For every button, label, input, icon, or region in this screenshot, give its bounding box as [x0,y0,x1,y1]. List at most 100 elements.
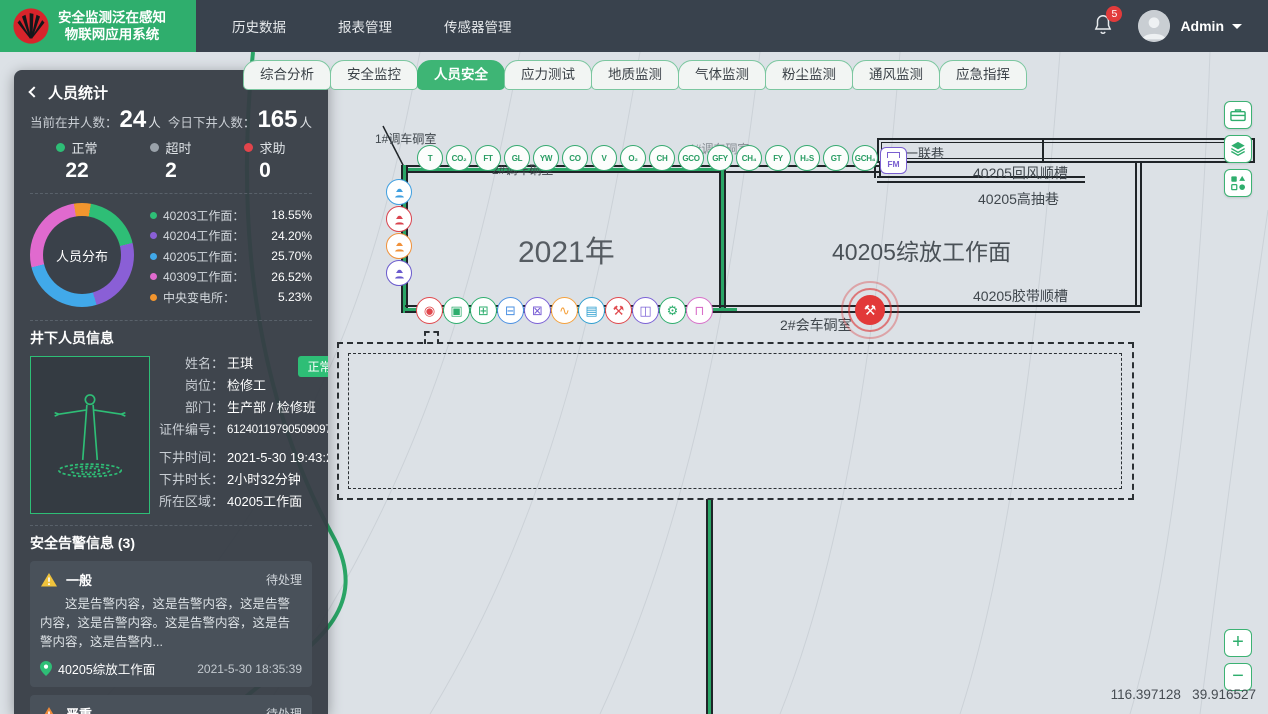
legend-label: 40309工作面： [163,270,245,285]
module-tab[interactable]: 应力测试 [504,60,592,90]
sensor-marker[interactable]: GCH₄ [852,145,878,171]
fm-broadcast-icon[interactable]: FM [880,147,907,174]
module-tab[interactable]: 人员安全 [417,60,505,90]
equipment-marker[interactable]: ⊟ [497,297,524,324]
divider [30,193,312,194]
person-section-title: 井下人员信息 [30,330,114,346]
person-duration: 2小时32分钟 [227,472,301,487]
equipment-marker[interactable]: ⊠ [524,297,551,324]
legend-dot [150,273,157,281]
miner-marker[interactable] [386,206,412,232]
equipment-marker[interactable]: ⊓ [686,297,713,324]
module-tab[interactable]: 综合分析 [243,60,331,90]
module-tab[interactable]: 通风监测 [852,60,940,90]
equipment-marker[interactable]: ⚙ [659,297,686,324]
alert-time: 2021-5-30 18:35:39 [197,661,302,676]
user-name[interactable]: Admin [1180,18,1224,34]
person-job: 检修工 [227,378,267,393]
shapes-icon [1231,175,1246,191]
sensor-marker[interactable]: GCO [678,145,704,171]
miner-icon [394,188,404,197]
status-item: 求助 0 [218,138,312,188]
current-count-label: 当前在井人数： [30,116,118,130]
status-value: 2 [165,159,177,182]
sensor-marker[interactable]: H₂S [794,145,820,171]
map-coordinates: 116.397128 39.916527 [1110,687,1256,702]
module-tab[interactable]: 应急指挥 [939,60,1027,90]
sensor-row: T CO₂ FT GL YW CO V O₂ CH GCO GFY CH₄ FY H₂S GT GCH₄ [417,145,878,171]
person-dept: 生产部 / 检修班 [227,400,316,415]
equipment-marker[interactable]: ◫ [632,297,659,324]
equipment-marker[interactable]: ◉ [416,297,443,324]
today-count-label: 今日下井人数： [167,116,256,130]
sensor-marker[interactable]: T [417,145,443,171]
status-value: 0 [259,159,271,182]
person-detail: 正常 姓名： 王琪 岗位： 检修工 部门： 生产部 / 检修班 证件编号： 612401… [30,356,328,520]
sensor-marker[interactable]: O₂ [620,145,646,171]
tunnel-right-edge [1135,163,1142,307]
miner-marker[interactable] [386,179,412,205]
status-value: 22 [65,159,89,182]
module-tab[interactable]: 地质监测 [591,60,679,90]
module-tab[interactable]: 安全监控 [330,60,418,90]
alert-card[interactable]: 严重 待处理 这是告警内容，这是告警内容，这是告警内容，这是告警内容，这是告警内… [30,695,312,714]
panel-title: 人员统计 [48,84,109,102]
legend-item: 40205工作面： 25.70% [150,246,312,267]
person-body-scan [30,356,150,514]
label-jiaodai: 40205胶带顺槽 [973,288,1068,304]
equipment-marker[interactable]: ⊞ [470,297,497,324]
legend-label: 中央变电所： [163,290,236,305]
module-tab[interactable]: 气体监测 [678,60,766,90]
alerts-section-title: 安全告警信息 (3) [30,535,135,551]
sensor-marker[interactable]: FT [475,145,501,171]
notifications-button[interactable]: 5 [1092,5,1123,41]
alert-card[interactable]: 一般 待处理 这是告警内容，这是告警内容，这是告警内容，这是告警内容。这是告警内… [30,561,312,687]
sensor-marker[interactable]: GL [504,145,530,171]
sensor-marker[interactable]: CO [562,145,588,171]
nav-menu-item[interactable]: 历史数据 [232,16,286,36]
nav-menu: 历史数据 报表管理 传感器管理 [232,16,512,36]
location-pin-icon [40,661,52,676]
alert-severity: 严重 [66,704,92,714]
miner-marker[interactable] [386,260,412,286]
toolbox-button[interactable] [1224,101,1252,129]
miner-marker[interactable] [386,233,412,259]
sensor-marker[interactable]: YW [533,145,559,171]
sensor-marker[interactable]: GT [823,145,849,171]
alarm-marker[interactable]: ⚒ [841,281,899,339]
back-chevron-icon[interactable] [28,86,40,98]
label-year: 2021年 [518,236,615,269]
divider [30,320,312,321]
legend-shapes-button[interactable] [1224,169,1252,197]
sensor-marker[interactable]: GFY [707,145,733,171]
alert-content: 这是告警内容，这是告警内容，这是告警内容，这是告警内容。这是告警内容，这是告警内… [40,597,291,649]
brand-block: 安全监测泛在感知 物联网应用系统 [0,0,196,52]
equipment-marker[interactable]: ⚒ [605,297,632,324]
nav-menu-item[interactable]: 传感器管理 [444,16,512,36]
equipment-marker[interactable]: ▤ [578,297,605,324]
miner-icon [394,242,404,251]
status-label: 求助 [259,141,286,156]
person-status-badge: 正常 [298,356,328,377]
sensor-marker[interactable]: CH₄ [736,145,762,171]
legend-item: 40204工作面： 24.20% [150,226,312,247]
user-avatar[interactable] [1138,10,1171,42]
nav-menu-item[interactable]: 报表管理 [338,16,392,36]
sensor-marker[interactable]: CO₂ [446,145,472,171]
mine-logo-icon [13,8,49,44]
module-tab[interactable]: 粉尘监测 [765,60,853,90]
legend-item: 40309工作面： 26.52% [150,267,312,288]
sensor-marker[interactable]: FY [765,145,791,171]
distribution-section: 人员分布 40203工作面： 18.55% 40204工作面： 24.20% 4… [30,201,312,315]
sensor-marker[interactable]: V [591,145,617,171]
legend-value: 25.70% [271,249,312,264]
person-id: 612401197905090975 [227,424,328,436]
layers-button[interactable] [1224,135,1252,163]
sensor-marker[interactable]: CH [649,145,675,171]
equipment-marker[interactable]: ▣ [443,297,470,324]
status-dot [150,143,160,152]
equipment-marker[interactable]: ∿ [551,297,578,324]
divider [30,525,312,526]
legend-label: 40204工作面： [163,229,245,244]
zoom-in-button[interactable]: + [1224,629,1252,657]
